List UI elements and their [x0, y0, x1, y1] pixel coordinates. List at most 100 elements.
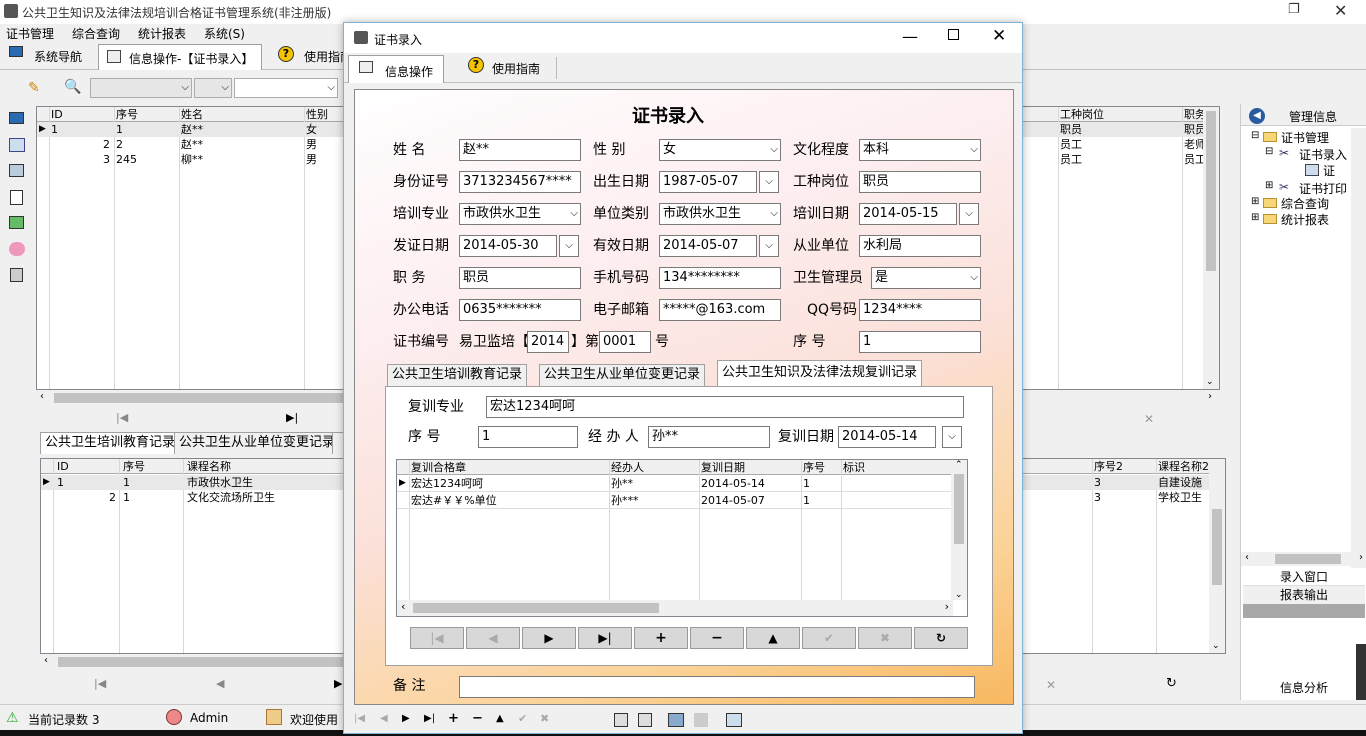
bottom-grid[interactable]: ID 序号 课程名称 ▶ 1 1 市政供水卫生 2 1 文化交流场所卫生	[40, 458, 346, 654]
table-row[interactable]: ▶ 1 1 赵** 女	[37, 122, 345, 137]
unittype-select[interactable]: 市政供水卫生 ⌵	[659, 203, 781, 225]
re-major-input[interactable]: 宏达1234呵呵	[486, 396, 964, 418]
menu-system[interactable]: 系统(S)	[204, 25, 245, 42]
maximize-icon[interactable]	[948, 29, 959, 40]
table-row[interactable]: 3 学校卫生	[1022, 490, 1225, 505]
tel-input[interactable]: 0635*******	[459, 299, 581, 321]
re-handler-input[interactable]: 孙**	[648, 426, 770, 448]
add-icon[interactable]: +	[448, 711, 459, 726]
document-icon[interactable]	[10, 190, 23, 205]
major-select[interactable]: 市政供水卫生 ⌵	[459, 203, 581, 225]
table-row[interactable]: ▶ 宏达1234呵呵 孙** 2014-05-14 1	[397, 476, 951, 492]
restore-icon[interactable]: ❐	[1288, 2, 1300, 17]
close-icon[interactable]: ✕	[1334, 1, 1347, 20]
add-button[interactable]: +	[634, 627, 688, 649]
tab-nav[interactable]: 系统导航	[34, 48, 82, 65]
table-row[interactable]: 员工 老师	[1022, 137, 1219, 152]
cancel-icon[interactable]: ✖	[540, 712, 549, 725]
idcard-input[interactable]: 3713234567****	[459, 171, 581, 193]
people-icon[interactable]	[9, 242, 25, 256]
table-row[interactable]: ▶ 1 1 市政供水卫生	[41, 475, 345, 490]
last-button[interactable]: ▶|	[578, 627, 632, 649]
top-grid-hscroll[interactable]: ‹	[36, 390, 346, 406]
network-icon[interactable]	[9, 138, 25, 152]
zoom-icon[interactable]	[726, 713, 742, 727]
cancel-icon[interactable]: ✕	[1046, 678, 1056, 692]
first-button[interactable]: |◀	[410, 627, 464, 649]
cancel-button[interactable]: ✖	[858, 627, 912, 649]
job-input[interactable]: 职员	[859, 171, 981, 193]
pencil-icon[interactable]: ✎	[28, 80, 44, 96]
hscroll[interactable]: ‹ ›	[397, 600, 953, 616]
monitor-icon[interactable]	[9, 112, 24, 124]
tree-item[interactable]: 综合查询	[1281, 195, 1329, 212]
menu-report[interactable]: 统计报表	[138, 25, 186, 42]
table-row[interactable]: 3 245 柳** 男	[37, 152, 345, 167]
toolbar-combo-2[interactable]: ⌵	[194, 78, 232, 98]
tab-ops[interactable]: 信息操作-【证书录入】	[98, 44, 262, 70]
re-seq-input[interactable]: 1	[478, 426, 578, 448]
top-grid-right[interactable]: 工种岗位 职务 职员 职员 员工 老师 员工 员工 ⌄	[1022, 106, 1220, 390]
table-row[interactable]: 职员 职员	[1022, 122, 1219, 137]
prev-record-icon[interactable]: ◀	[216, 677, 224, 690]
table-row[interactable]: 2 2 赵** 男	[37, 137, 345, 152]
tree-item[interactable]: 统计报表	[1281, 211, 1329, 228]
unit-input[interactable]: 水利局	[859, 235, 981, 257]
valid-date-spinner[interactable]: ⌵	[759, 235, 779, 257]
menu-cert[interactable]: 证书管理	[6, 25, 54, 42]
tree-item[interactable]: 证书管理	[1281, 129, 1329, 146]
retraining-grid[interactable]: 复训合格章 经办人 复训日期 序号 标识 ▶ 宏达1234呵呵 孙** 2014…	[396, 459, 968, 617]
prev-record-icon[interactable]: ◀	[380, 713, 388, 724]
table-row[interactable]: 2 1 文化交流场所卫生	[41, 490, 345, 505]
table-row[interactable]: 宏达#￥￥%单位 孙*** 2014-05-07 1	[397, 493, 951, 509]
tab-unit-change[interactable]: 公共卫生从业单位变更记录	[174, 432, 341, 454]
top-grid[interactable]: ID 序号 姓名 性别 ▶ 1 1 赵** 女 2 2 赵** 男 3 245 …	[36, 106, 346, 390]
tree-hscroll[interactable]: ‹ ›	[1241, 552, 1366, 566]
edit-icon[interactable]: ▲	[496, 713, 504, 724]
tab-training[interactable]: 公共卫生培训教育记录	[40, 432, 181, 454]
forward-icon[interactable]	[694, 713, 708, 727]
refresh-icon[interactable]: ↻	[1166, 676, 1177, 691]
last-record-icon[interactable]: ▶|	[424, 713, 435, 724]
first-record-icon[interactable]: |◀	[116, 411, 128, 424]
re-date-spinner[interactable]: ⌵	[942, 426, 962, 448]
delete-button[interactable]: −	[690, 627, 744, 649]
birth-date-input[interactable]: 1987-05-07	[659, 171, 757, 193]
menu-query[interactable]: 综合查询	[72, 25, 120, 42]
train-date-spinner[interactable]: ⌵	[959, 203, 979, 225]
qq-input[interactable]: 1234****	[859, 299, 981, 321]
vscroll[interactable]: ⌄	[1203, 107, 1219, 389]
next-button[interactable]: ▶	[522, 627, 576, 649]
prev-button[interactable]: ◀	[466, 627, 520, 649]
bottom-grid-hscroll[interactable]: ‹	[40, 654, 346, 670]
issue-date-spinner[interactable]: ⌵	[559, 235, 579, 257]
back-icon[interactable]: ◀	[1249, 108, 1265, 124]
table-row[interactable]: 员工 员工	[1022, 152, 1219, 167]
tab-guide[interactable]: 使用指南	[492, 60, 540, 77]
first-record-icon[interactable]: |◀	[354, 713, 365, 724]
cert-number-input[interactable]: 0001	[599, 331, 651, 353]
name-input[interactable]: 赵**	[459, 139, 581, 161]
tree-item[interactable]: 证	[1323, 162, 1335, 179]
vscroll[interactable]: ⌄	[1209, 459, 1225, 653]
next-record-icon[interactable]: ▶	[402, 713, 410, 724]
valid-date-input[interactable]: 2014-05-07	[659, 235, 757, 257]
cancel-icon[interactable]: ✕	[1144, 412, 1154, 426]
seq-input[interactable]: 1	[859, 331, 981, 353]
next-record-icon[interactable]: ▶	[334, 677, 342, 690]
top-grid-right-hscroll[interactable]: ›	[1022, 390, 1220, 406]
info-analysis-button[interactable]: 信息分析	[1243, 678, 1365, 698]
subtab-training[interactable]: 公共卫生培训教育记录	[387, 364, 528, 386]
mobile-input[interactable]: 134********	[659, 267, 781, 289]
vscroll[interactable]: ⌃ ⌄	[951, 460, 967, 600]
refresh-button[interactable]: ↻	[914, 627, 968, 649]
sex-select[interactable]: 女 ⌵	[659, 139, 781, 161]
issue-date-input[interactable]: 2014-05-30	[459, 235, 557, 257]
tree-item[interactable]: 证书录入	[1299, 146, 1348, 163]
post-input[interactable]: 职员	[459, 267, 581, 289]
chart-icon[interactable]	[9, 216, 24, 229]
re-date-input[interactable]: 2014-05-14	[838, 426, 936, 448]
print-icon[interactable]	[614, 713, 628, 727]
tree-vscroll[interactable]: ⌄	[1351, 128, 1366, 568]
minimize-icon[interactable]: —	[902, 27, 918, 46]
